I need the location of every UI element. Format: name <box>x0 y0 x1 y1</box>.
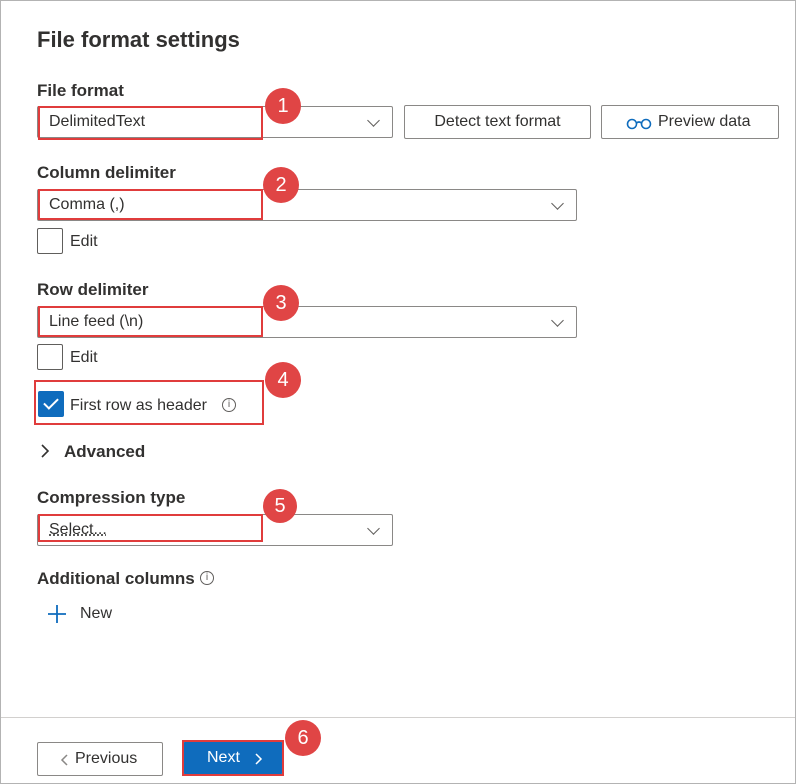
callout-highlight-column-delimiter <box>38 189 263 220</box>
advanced-toggle[interactable]: Advanced <box>64 442 145 462</box>
callout-highlight-compression <box>38 514 263 542</box>
callout-badge-3: 3 <box>263 285 299 321</box>
chevron-down-icon <box>367 114 380 127</box>
file-format-label: File format <box>37 81 124 100</box>
callout-highlight-row-delimiter <box>38 306 263 337</box>
row-delimiter-edit-checkbox[interactable] <box>37 344 63 370</box>
callout-highlight-first-row-header <box>34 380 264 425</box>
callout-badge-4: 4 <box>265 362 301 398</box>
preview-data-button[interactable]: Preview data <box>601 105 779 139</box>
detect-text-format-button[interactable]: Detect text format <box>404 105 591 139</box>
callout-badge-2: 2 <box>263 167 299 203</box>
chevron-left-icon <box>60 754 68 766</box>
callout-highlight-next <box>182 740 284 776</box>
new-column-button[interactable]: New <box>44 600 134 628</box>
compression-type-label: Compression type <box>37 488 186 507</box>
preview-data-label: Preview data <box>658 113 751 130</box>
column-delimiter-label: Column delimiter <box>37 163 176 182</box>
row-delimiter-label: Row delimiter <box>37 280 149 299</box>
additional-columns-label: Additional columns <box>37 569 195 588</box>
column-delimiter-edit-label: Edit <box>70 233 98 250</box>
info-icon[interactable]: i <box>200 571 214 585</box>
callout-badge-1: 1 <box>265 88 301 124</box>
chevron-right-icon[interactable] <box>40 444 50 458</box>
callout-highlight-file-format <box>38 106 263 140</box>
row-delimiter-edit-label: Edit <box>70 349 98 366</box>
column-delimiter-edit-checkbox[interactable] <box>37 228 63 254</box>
chevron-down-icon <box>367 522 380 535</box>
page-title: File format settings <box>37 27 240 52</box>
new-column-label: New <box>80 605 113 622</box>
callout-badge-6: 6 <box>285 720 321 756</box>
plus-icon <box>48 605 66 623</box>
callout-badge-5: 5 <box>263 489 297 523</box>
footer-divider <box>1 717 795 718</box>
chevron-down-icon <box>551 197 564 210</box>
previous-label: Previous <box>75 750 138 767</box>
chevron-down-icon <box>551 314 564 327</box>
previous-button[interactable]: Previous <box>37 742 163 776</box>
glasses-icon <box>626 118 652 130</box>
